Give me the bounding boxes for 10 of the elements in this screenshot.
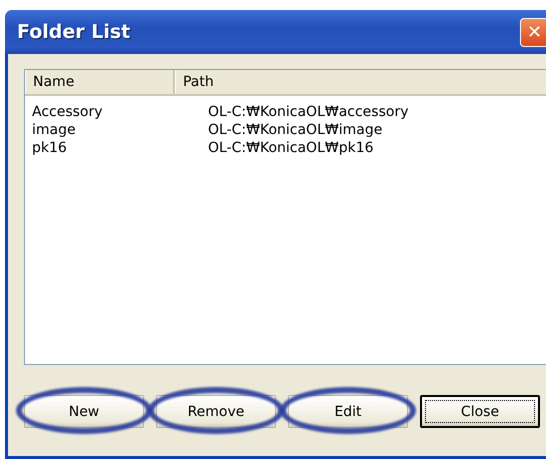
folder-name: image: [31, 122, 77, 138]
window-title: Folder List: [17, 21, 130, 43]
dialog-button[interactable]: Close: [420, 395, 540, 428]
folder-name: Accessory: [31, 104, 104, 120]
column-header[interactable]: Path: [174, 70, 546, 94]
column-header[interactable]: Name: [25, 70, 175, 94]
folder-path: OL-C:₩KonicaOL₩accessory: [207, 104, 408, 120]
folder-path: OL-C:₩KonicaOL₩pk16: [207, 140, 374, 156]
folder-path: OL-C:₩KonicaOL₩image: [207, 122, 382, 138]
folder-name: pk16: [31, 140, 68, 156]
